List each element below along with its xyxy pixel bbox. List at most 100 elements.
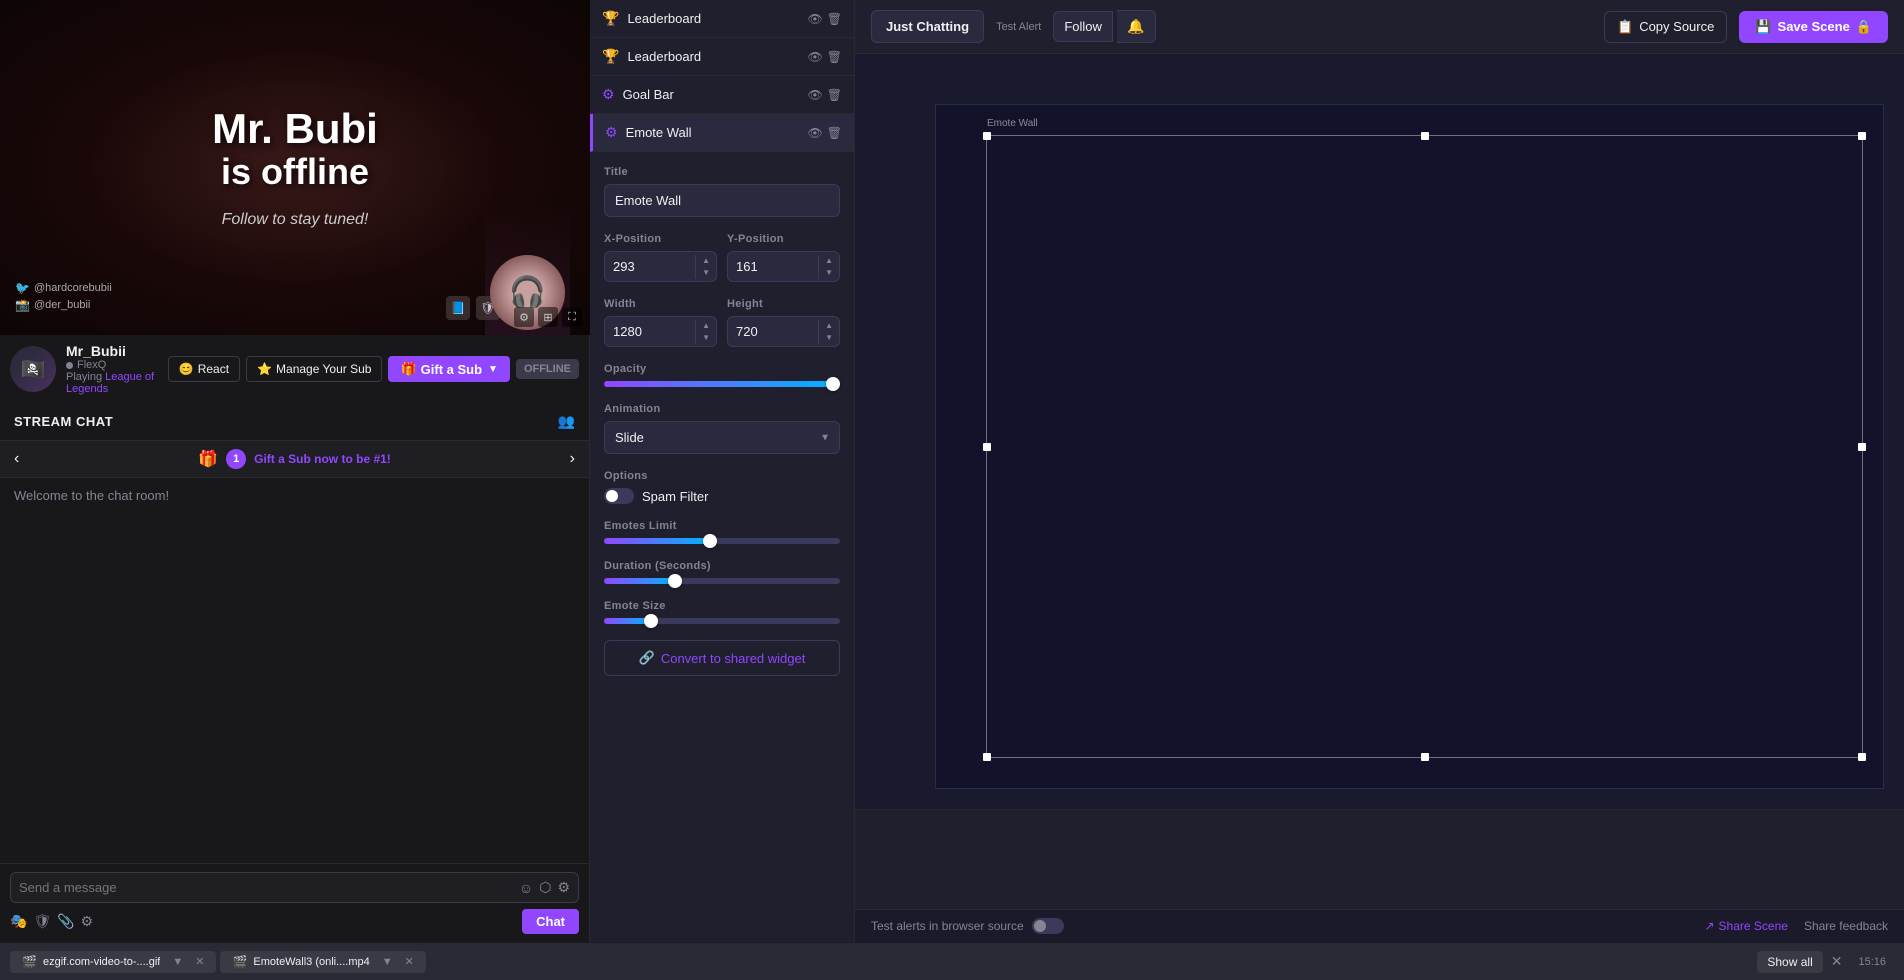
lock-icon: 🔒 — [1856, 19, 1872, 35]
handle-middle-right[interactable] — [1858, 443, 1866, 451]
width-down-button[interactable]: ▼ — [696, 332, 716, 344]
x-down-button[interactable]: ▼ — [696, 267, 716, 279]
chat-users-button[interactable]: 👥 — [558, 413, 575, 430]
chat-gear-button[interactable]: ⚙ — [81, 913, 94, 930]
y-input[interactable] — [728, 252, 818, 281]
chat-input[interactable] — [19, 880, 515, 895]
chat-smiley-button[interactable]: ☺ — [519, 880, 533, 896]
follow-dropdown-wrap: Follow 🔔 — [1053, 10, 1155, 43]
react-button[interactable]: 😊 React — [168, 356, 240, 382]
share-scene-label: Share Scene — [1719, 919, 1788, 933]
handle-top-right[interactable] — [1858, 132, 1866, 140]
width-input[interactable] — [605, 317, 695, 346]
widget1-delete-button[interactable]: 🗑 — [827, 12, 842, 26]
height-up-button[interactable]: ▲ — [819, 320, 839, 332]
copy-source-button[interactable]: 📋 Copy Source — [1604, 11, 1727, 43]
widget2-hide-button[interactable]: 👁 — [808, 50, 823, 64]
taskbar-tab-1[interactable]: 🎬 ezgif.com-video-to-....gif ▼ ✕ — [10, 951, 216, 973]
leaderboard1-name: Leaderboard — [627, 11, 701, 26]
handle-middle-left[interactable] — [983, 443, 991, 451]
promo-next-button[interactable]: › — [570, 450, 575, 468]
widget4-visible-button[interactable]: 👁 — [808, 126, 823, 140]
promo-text[interactable]: Gift a Sub now to be #1! — [254, 452, 391, 466]
widget-item-goalbar[interactable]: ⚙ Goal Bar 👁 🗑 — [590, 76, 854, 114]
tab2-close-x-button[interactable]: ✕ — [405, 955, 414, 968]
y-up-button[interactable]: ▲ — [819, 255, 839, 267]
chat-send-button[interactable]: Chat — [522, 909, 579, 934]
tab1-close-x-button[interactable]: ✕ — [195, 955, 204, 968]
gift-icon: 🎁 — [400, 361, 416, 377]
handle-top-middle[interactable] — [1421, 132, 1429, 140]
width-up-button[interactable]: ▲ — [696, 320, 716, 332]
widget4-delete-button[interactable]: 🗑 — [827, 126, 842, 140]
title-input[interactable] — [604, 184, 840, 217]
height-input-wrap: ▲ ▼ — [727, 316, 840, 347]
opacity-field-group: Opacity — [604, 363, 840, 387]
expand-icon[interactable]: ⊞ — [538, 307, 558, 327]
tab2-close-button[interactable]: ▼ — [382, 956, 393, 968]
avatar: 🏴‍☠️ — [10, 346, 56, 392]
follow-text: Follow to stay tuned! — [222, 211, 369, 229]
manage-sub-button[interactable]: ⭐ Manage Your Sub — [246, 356, 382, 382]
chat-clip-button[interactable]: 📎 — [57, 913, 74, 930]
follow-select[interactable]: Follow — [1053, 11, 1113, 42]
widget1-hide-button[interactable]: 👁 — [808, 12, 823, 26]
convert-shared-widget-button[interactable]: 🔗 Convert to shared widget — [604, 640, 840, 676]
duration-slider[interactable] — [604, 578, 840, 584]
chat-shield-button[interactable]: 🛡 — [33, 913, 51, 930]
widget3-delete-button[interactable]: 🗑 — [827, 88, 842, 102]
handle-bottom-middle[interactable] — [1421, 753, 1429, 761]
widget-preview-box[interactable]: Emote Wall — [986, 135, 1863, 758]
close-all-button[interactable]: ✕ — [1827, 949, 1847, 974]
widget-item-leaderboard2[interactable]: 🏆 Leaderboard 👁 🗑 — [590, 38, 854, 76]
y-down-button[interactable]: ▼ — [819, 267, 839, 279]
save-scene-button[interactable]: 💾 Save Scene 🔒 — [1739, 11, 1888, 43]
gift-sub-button[interactable]: 🎁 Gift a Sub ▼ — [388, 356, 509, 382]
chat-settings-button[interactable]: ⚙ — [557, 879, 570, 896]
spam-filter-label: Spam Filter — [642, 489, 708, 504]
chat-promo: ‹ 🎁 1 Gift a Sub now to be #1! › — [0, 441, 589, 478]
game-link[interactable]: League of Legends — [66, 371, 154, 395]
x-up-button[interactable]: ▲ — [696, 255, 716, 267]
fullscreen-icon[interactable]: ⛶ — [562, 307, 582, 327]
handle-bottom-right[interactable] — [1858, 753, 1866, 761]
emote-size-slider[interactable] — [604, 618, 840, 624]
share-scene-button[interactable]: ↗ Share Scene — [1704, 919, 1787, 933]
tab2-icon: 🎬 — [232, 955, 247, 969]
emotes-limit-track — [604, 538, 840, 544]
widget4-actions: 👁 🗑 — [808, 126, 842, 140]
height-down-button[interactable]: ▼ — [819, 332, 839, 344]
chat-channel-points-button[interactable]: ⬡ — [539, 879, 551, 896]
widget-preview-label: Emote Wall — [987, 118, 1038, 129]
size-row: Width ▲ ▼ Height — [604, 298, 840, 347]
promo-prev-button[interactable]: ‹ — [14, 450, 19, 468]
duration-thumb[interactable] — [668, 574, 682, 588]
handle-top-left[interactable] — [983, 132, 991, 140]
widget-item-emotewall[interactable]: ⚙ Emote Wall 👁 🗑 — [590, 114, 854, 152]
emotes-limit-thumb[interactable] — [703, 534, 717, 548]
gear-stream-icon[interactable]: ⚙ — [514, 307, 534, 327]
opacity-slider[interactable] — [604, 381, 840, 387]
browser-source-toggle[interactable] — [1032, 918, 1064, 934]
widget2-delete-button[interactable]: 🗑 — [827, 50, 842, 64]
promo-number: 1 — [226, 449, 246, 469]
opacity-thumb[interactable] — [826, 377, 840, 391]
left-panel: Mr. Bubi is offline Follow to stay tuned… — [0, 0, 590, 942]
follow-notification-button[interactable]: 🔔 — [1117, 10, 1155, 43]
tab1-close-button[interactable]: ▼ — [172, 956, 183, 968]
widget-item-leaderboard1[interactable]: 🏆 Leaderboard 👁 🗑 — [590, 0, 854, 38]
twitter-handle: @hardcorebubii — [34, 282, 112, 294]
share-feedback-button[interactable]: Share feedback — [1804, 919, 1888, 933]
animation-select[interactable]: None Slide Fade Bounce — [604, 421, 840, 454]
spam-filter-toggle[interactable] — [604, 488, 634, 504]
taskbar-tab-2[interactable]: 🎬 EmoteWall3 (onli....mp4 ▼ ✕ — [220, 951, 425, 973]
widget3-hide-button[interactable]: 👁 — [808, 88, 823, 102]
show-all-button[interactable]: Show all — [1757, 951, 1822, 973]
emotes-limit-slider[interactable] — [604, 538, 840, 544]
x-input-wrap: ▲ ▼ — [604, 251, 717, 282]
emote-size-thumb[interactable] — [644, 614, 658, 628]
height-input[interactable] — [728, 317, 818, 346]
handle-bottom-left[interactable] — [983, 753, 991, 761]
x-input[interactable] — [605, 252, 695, 281]
chat-emote-button[interactable]: 🎭 — [10, 913, 27, 930]
